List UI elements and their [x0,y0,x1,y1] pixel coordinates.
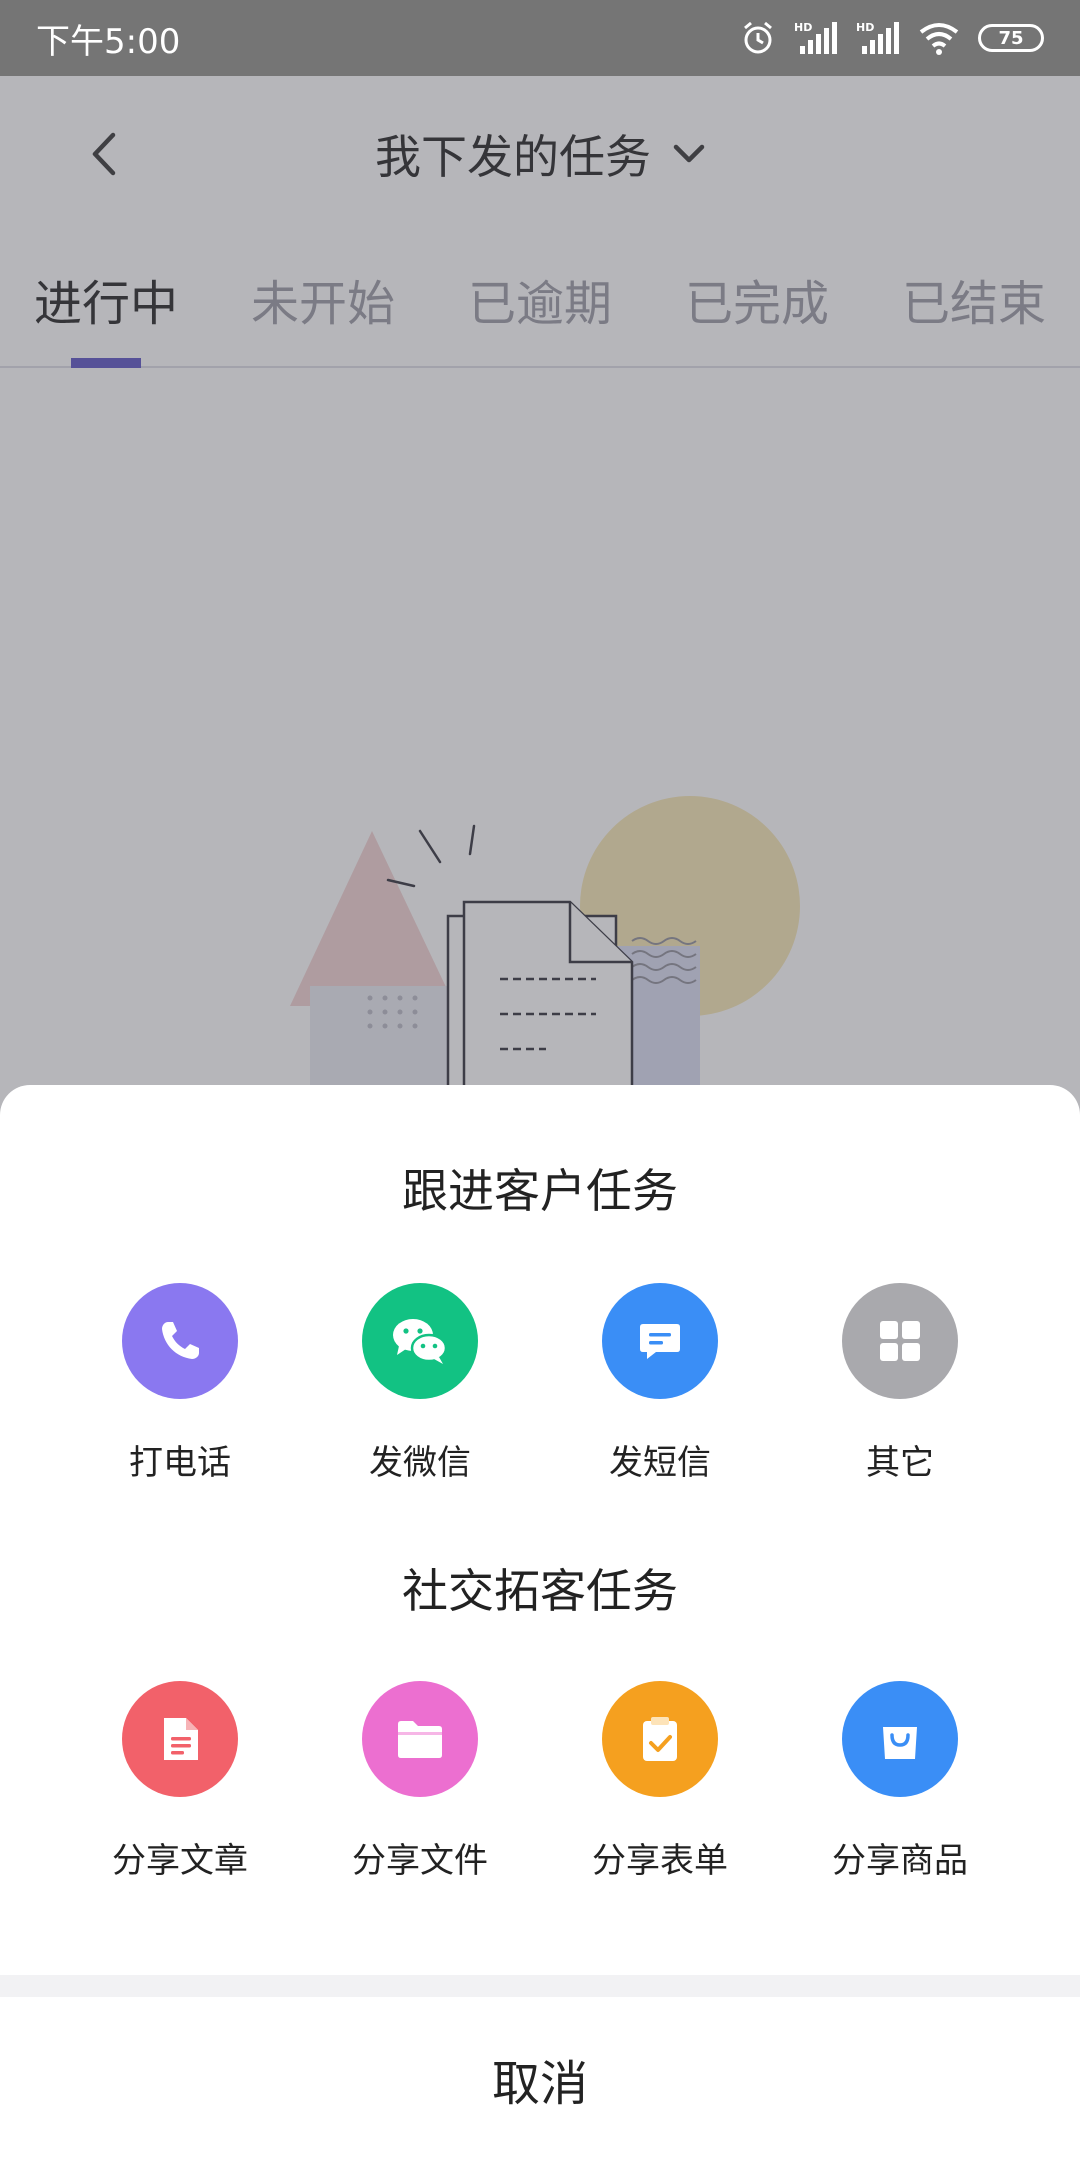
option-call[interactable]: 打电话 [60,1283,300,1484]
svg-text:HD: HD [856,21,874,34]
option-label: 发短信 [609,1443,711,1483]
option-share-product[interactable]: 分享商品 [780,1681,1020,1882]
wifi-icon [919,23,959,55]
section-title-follow-up: 跟进客户任务 [402,1164,678,1218]
follow-up-options: 打电话 发微信 发短信 其它 [0,1283,1080,1484]
task-type-sheet: 跟进客户任务 打电话 发微信 发短信 其它 社交拓客任务 分享文章 分享文件 分… [0,1085,1080,2160]
option-label: 分享商品 [832,1841,968,1881]
message-icon [602,1283,718,1399]
phone-icon [122,1283,238,1399]
status-bar: 下午5:00 HD HD 75 [0,0,1080,76]
article-icon [122,1681,238,1797]
folder-icon [362,1681,478,1797]
hd-signal-icon: HD [856,21,899,54]
status-time: 下午5:00 [36,21,181,62]
option-sms[interactable]: 发短信 [540,1283,780,1484]
option-share-form[interactable]: 分享表单 [540,1681,780,1882]
option-wechat[interactable]: 发微信 [300,1283,540,1484]
section-title-social: 社交拓客任务 [402,1564,678,1618]
option-label: 发微信 [369,1443,471,1483]
option-share-file[interactable]: 分享文件 [300,1681,540,1882]
alarm-icon [744,21,772,54]
option-label: 其它 [866,1443,934,1483]
form-icon [602,1681,718,1797]
battery-level: 75 [998,27,1024,49]
wechat-icon [362,1283,478,1399]
option-label: 分享文章 [112,1841,248,1881]
status-icons: HD HD 75 [740,20,1044,56]
option-label: 打电话 [129,1443,231,1483]
shopping-bag-icon [842,1681,958,1797]
sheet-divider [0,1975,1080,1997]
social-options: 分享文章 分享文件 分享表单 分享商品 [0,1681,1080,1882]
cancel-button[interactable]: 取消 [0,1997,1080,2160]
hd-signal-icon: HD [794,21,837,54]
svg-text:HD: HD [794,21,812,34]
option-label: 分享表单 [592,1841,728,1881]
battery-icon: 75 [978,24,1044,52]
option-label: 分享文件 [352,1841,488,1881]
option-share-article[interactable]: 分享文章 [60,1681,300,1882]
option-other[interactable]: 其它 [780,1283,1020,1484]
grid-icon [842,1283,958,1399]
